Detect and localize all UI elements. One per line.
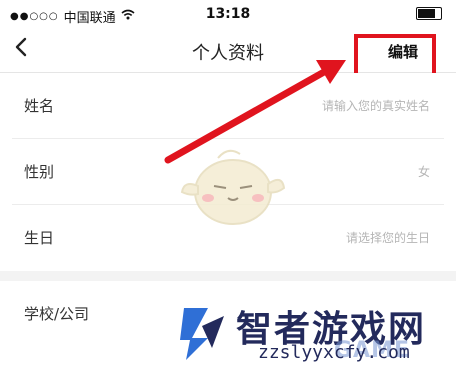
site-watermark: 智者游戏网 GAME zzslyyxcfy.com <box>178 300 448 370</box>
brand-logo-icon <box>180 308 224 360</box>
row-label: 姓名 <box>24 97 55 115</box>
row-label: 性别 <box>24 163 55 181</box>
status-bar: ●●○○○ 中国联通 13:18 <box>0 0 456 30</box>
mascot-watermark <box>180 149 286 225</box>
form-row-name[interactable]: 姓名 请输入您的真实姓名 <box>0 73 456 139</box>
status-bar-right <box>416 7 442 20</box>
status-time: 13:18 <box>205 6 251 22</box>
name-input[interactable]: 请输入您的真实姓名 <box>322 97 430 114</box>
navigation-bar: 个人资料 编辑 <box>0 30 456 96</box>
battery-icon <box>416 7 442 20</box>
gender-value[interactable]: 女 <box>418 163 430 180</box>
row-label: 学校/公司 <box>24 305 90 323</box>
row-label: 生日 <box>24 229 55 247</box>
birthday-picker[interactable]: 请选择您的生日 <box>346 229 430 246</box>
brand-url: zzslyyxcfy.com <box>258 342 410 363</box>
